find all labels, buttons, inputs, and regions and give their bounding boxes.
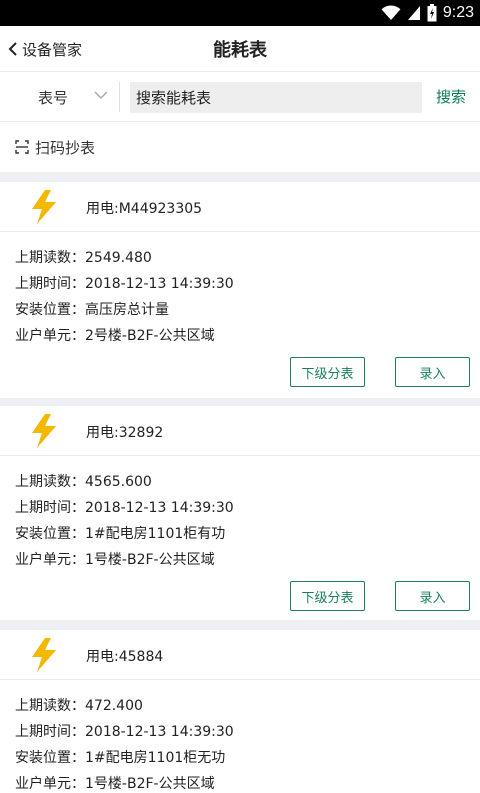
meter-details: 上期读数： 472.400 上期时间： 2018-12-13 14:39:30 安装… <box>0 680 480 793</box>
unit-row: 业户单元： 1号楼-B2F-公共区域 <box>15 550 480 576</box>
last-time-row: 上期时间： 2018-12-13 14:39:30 <box>15 498 480 524</box>
field-value: 1号楼-B2F-公共区域 <box>85 776 215 792</box>
search-button[interactable]: 搜索 <box>436 86 466 107</box>
lightning-icon <box>32 638 56 672</box>
field-value: 472.400 <box>85 698 143 714</box>
meter-type-label: 表号 <box>38 88 69 107</box>
status-bar: 9:23 <box>0 0 480 26</box>
nav-bar: 设备管家 能耗表 <box>0 26 480 72</box>
field-label: 安装位置： <box>15 750 85 766</box>
battery-icon <box>427 4 437 22</box>
meter-card-header: 用电:M44923305 <box>0 182 480 232</box>
meter-type-select[interactable]: 表号 <box>0 80 120 114</box>
lightning-icon <box>32 190 56 224</box>
meter-title: 用电:M44923305 <box>86 201 203 217</box>
meter-card: 用电:32892 上期读数： 4565.600 上期时间： 2018-12-13 1… <box>0 406 480 620</box>
unit-row: 业户单元： 1号楼-B2F-公共区域 <box>15 774 480 793</box>
field-value: 2018-12-13 14:39:30 <box>85 276 234 292</box>
field-label: 上期时间： <box>15 724 85 740</box>
last-time-row: 上期时间： 2018-12-13 14:39:30 <box>15 274 480 300</box>
meter-details: 上期读数： 4565.600 上期时间： 2018-12-13 14:39:30 安… <box>0 456 480 576</box>
lightning-icon <box>32 414 56 448</box>
field-label: 安装位置： <box>15 302 85 318</box>
wifi-icon <box>381 5 401 21</box>
field-value: 2018-12-13 14:39:30 <box>85 500 234 516</box>
install-location-row: 安装位置： 高压房总计量 <box>15 300 480 326</box>
enter-reading-button[interactable]: 录入 <box>395 357 470 387</box>
meter-card-header: 用电:45884 <box>0 630 480 680</box>
install-location-row: 安装位置： 1#配电房1101柜有功 <box>15 524 480 550</box>
last-reading-row: 上期读数： 472.400 <box>15 696 480 722</box>
meter-title: 用电:32892 <box>86 425 164 441</box>
scan-label: 扫码抄表 <box>35 138 96 157</box>
field-label: 上期读数： <box>15 250 85 266</box>
field-value: 2018-12-13 14:39:30 <box>85 724 234 740</box>
scan-meter-button[interactable]: 扫码抄表 <box>0 122 480 172</box>
scan-icon <box>15 140 29 154</box>
field-value: 1#配电房1101柜无功 <box>85 750 226 766</box>
field-label: 上期读数： <box>15 698 85 714</box>
meter-card-header: 用电:32892 <box>0 406 480 456</box>
chevron-left-icon <box>8 42 17 56</box>
field-value: 1#配电房1101柜有功 <box>85 526 226 542</box>
last-reading-row: 上期读数： 4565.600 <box>15 472 480 498</box>
meter-card: 用电:45884 上期读数： 472.400 上期时间： 2018-12-13 14… <box>0 630 480 793</box>
enter-reading-button[interactable]: 录入 <box>395 581 470 611</box>
status-icons: 9:23 <box>381 3 474 23</box>
field-value: 1号楼-B2F-公共区域 <box>85 552 215 568</box>
last-reading-row: 上期读数： 2549.480 <box>15 248 480 274</box>
field-value: 4565.600 <box>85 474 152 490</box>
section-divider <box>0 172 480 182</box>
section-divider <box>0 620 480 630</box>
field-label: 业户单元： <box>15 552 85 568</box>
field-label: 上期读数： <box>15 474 85 490</box>
signal-icon <box>407 6 420 20</box>
field-value: 2号楼-B2F-公共区域 <box>85 328 215 344</box>
unit-row: 业户单元： 2号楼-B2F-公共区域 <box>15 326 480 352</box>
divider <box>119 82 120 112</box>
field-label: 业户单元： <box>15 328 85 344</box>
status-time: 9:23 <box>442 4 474 21</box>
search-input[interactable] <box>130 82 422 113</box>
field-value: 高压房总计量 <box>85 302 169 318</box>
field-label: 上期时间： <box>15 500 85 516</box>
field-value: 2549.480 <box>85 250 152 266</box>
field-label: 业户单元： <box>15 776 85 792</box>
sub-meter-button[interactable]: 下级分表 <box>290 357 365 387</box>
field-label: 上期时间： <box>15 276 85 292</box>
last-time-row: 上期时间： 2018-12-13 14:39:30 <box>15 722 480 748</box>
back-label: 设备管家 <box>22 40 83 59</box>
meter-title: 用电:45884 <box>86 649 164 665</box>
meter-card: 用电:M44923305 上期读数： 2549.480 上期时间： 2018-12-… <box>0 182 480 398</box>
back-button[interactable]: 设备管家 <box>8 36 82 62</box>
sub-meter-button[interactable]: 下级分表 <box>290 581 365 611</box>
field-label: 安装位置： <box>15 526 85 542</box>
meter-details: 上期读数： 2549.480 上期时间： 2018-12-13 14:39:30 安… <box>0 232 480 352</box>
search-bar: 表号 搜索 <box>0 72 480 122</box>
install-location-row: 安装位置： 1#配电房1101柜无功 <box>15 748 480 774</box>
chevron-down-icon <box>94 91 108 100</box>
